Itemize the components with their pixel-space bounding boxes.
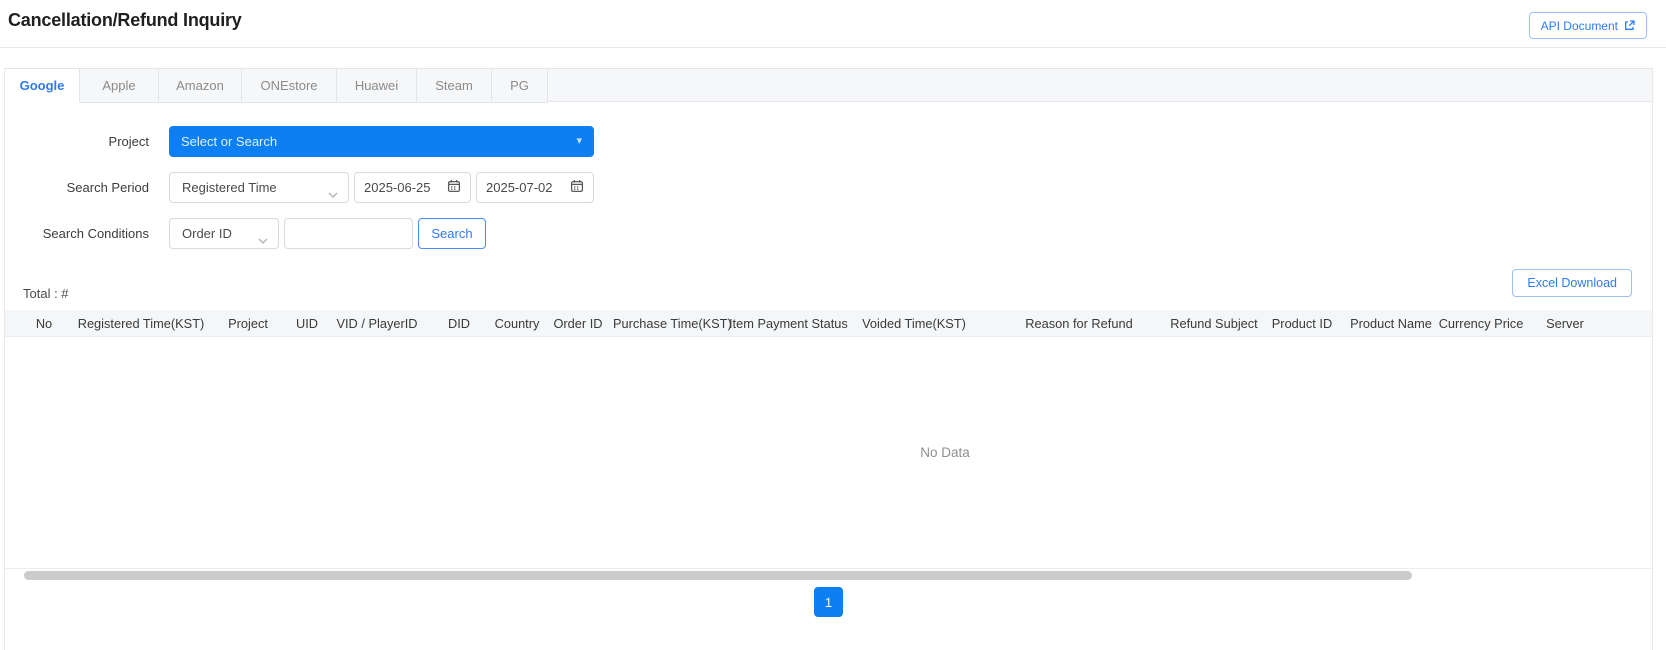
column-header: UID: [287, 316, 327, 331]
pagination-page-1[interactable]: 1: [814, 587, 843, 617]
column-header: Refund Subject: [1169, 316, 1259, 331]
column-header: Country: [491, 316, 543, 331]
page-title: Cancellation/Refund Inquiry: [8, 10, 242, 31]
period-type-select[interactable]: Registered Time: [169, 172, 349, 203]
excel-download-button[interactable]: Excel Download: [1512, 269, 1632, 297]
period-type-value: Registered Time: [182, 180, 277, 195]
search-period-label: Search Period: [5, 172, 149, 203]
project-select-placeholder: Select or Search: [181, 134, 277, 149]
project-label: Project: [5, 126, 149, 157]
search-button[interactable]: Search: [418, 218, 486, 249]
calendar-icon[interactable]: [570, 179, 584, 196]
date-from-value: 2025-06-25: [364, 180, 431, 195]
column-header: No: [15, 316, 73, 331]
column-header: Purchase Time(KST): [613, 316, 729, 331]
chevron-down-icon: [258, 232, 268, 247]
tab-apple[interactable]: Apple: [80, 69, 159, 103]
condition-field-value: Order ID: [182, 226, 232, 241]
tab-steam[interactable]: Steam: [417, 69, 492, 103]
tab-onestore[interactable]: ONEstore: [242, 69, 337, 103]
date-from-field[interactable]: 2025-06-25: [354, 172, 471, 203]
column-header: Currency Price: [1437, 316, 1525, 331]
total-count: Total : #: [23, 286, 69, 301]
project-select[interactable]: Select or Search ▾: [169, 126, 594, 157]
tab-huawei[interactable]: Huawei: [337, 69, 417, 103]
tab-strip: GoogleAppleAmazonONEstoreHuaweiSteamPG: [5, 68, 1652, 102]
column-header: Server: [1525, 316, 1605, 331]
calendar-icon[interactable]: [447, 179, 461, 196]
title-divider: [0, 47, 1666, 48]
chevron-down-icon: [328, 186, 338, 201]
condition-field-select[interactable]: Order ID: [169, 218, 279, 249]
tab-panel: GoogleAppleAmazonONEstoreHuaweiSteamPG P…: [4, 68, 1653, 650]
search-conditions-label: Search Conditions: [5, 218, 149, 249]
api-document-label: API Document: [1541, 19, 1618, 33]
no-data-text: No Data: [920, 445, 970, 460]
horizontal-scrollbar-thumb[interactable]: [24, 571, 1412, 580]
chevron-down-icon: ▾: [576, 134, 582, 147]
tab-google[interactable]: Google: [5, 69, 80, 103]
results-table: NoRegistered Time(KST)ProjectUIDVID / Pl…: [5, 310, 1652, 570]
column-header: VID / PlayerID: [327, 316, 427, 331]
date-to-field[interactable]: 2025-07-02: [476, 172, 594, 203]
column-header: Reason for Refund: [989, 316, 1169, 331]
tab-amazon[interactable]: Amazon: [159, 69, 242, 103]
column-header: Registered Time(KST): [73, 316, 209, 331]
column-header: Product Name: [1345, 316, 1437, 331]
column-header: Order ID: [543, 316, 613, 331]
column-header: Product ID: [1259, 316, 1345, 331]
column-header: Voided Time(KST): [839, 316, 989, 331]
column-header: DID: [427, 316, 491, 331]
search-period-row: Search Period Registered Time 2025-06-25…: [5, 172, 1652, 203]
condition-value-input[interactable]: [284, 218, 413, 249]
pagination: 1: [5, 587, 1652, 617]
column-header: Item Payment Status: [729, 316, 839, 331]
project-row: Project Select or Search ▾: [5, 126, 1652, 157]
search-conditions-row: Search Conditions Order ID Search: [5, 218, 1652, 249]
external-link-icon: [1624, 20, 1635, 31]
table-header-row: NoRegistered Time(KST)ProjectUIDVID / Pl…: [5, 310, 1652, 337]
table-body: No Data: [5, 337, 1652, 569]
tab-strip-filler: [548, 69, 1652, 102]
date-to-value: 2025-07-02: [486, 180, 553, 195]
api-document-button[interactable]: API Document: [1529, 12, 1647, 39]
column-header: Project: [209, 316, 287, 331]
tab-pg[interactable]: PG: [492, 69, 548, 103]
